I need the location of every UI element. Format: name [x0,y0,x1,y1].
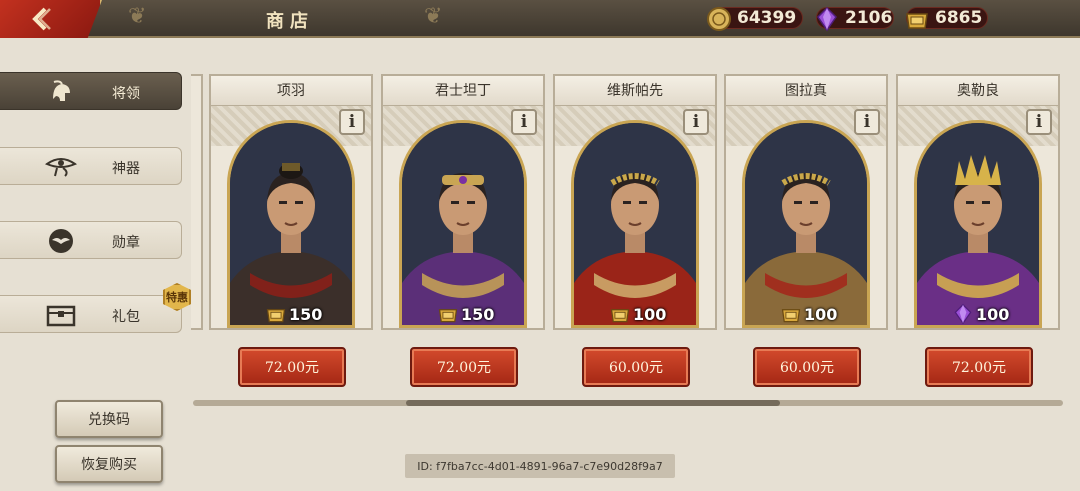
hero-name: 奥勒良 [898,76,1058,106]
reward-amount: 100 [609,301,666,327]
currency-gold-ingot: 6865 [906,7,988,29]
sidebar-item-medals[interactable]: 勋章 [0,221,182,259]
helmet-icon [45,79,77,105]
scrollbar-thumb[interactable] [406,400,780,406]
hero-card[interactable]: 奥勒良 i 100 [896,74,1060,330]
sidebar-item-artifacts[interactable]: 神器 [0,147,182,185]
purple-gem-icon [954,303,972,325]
hero-card[interactable]: 图拉真 i 100 [724,74,888,330]
hero-name: 维斯帕先 [555,76,715,106]
horizontal-scrollbar[interactable] [193,400,1063,406]
top-bar: ❦ 商店 ❦ 64399 2106 6865 [0,0,1080,38]
info-button[interactable]: i [511,109,537,135]
hero-portrait [917,123,1039,325]
hero-portrait-frame [227,120,355,328]
sidebar-item-generals[interactable]: 将领 [0,72,182,110]
chest-icon [45,302,77,328]
hero-name: 项羽 [211,76,371,106]
gold-ingot-icon [781,309,801,323]
hero-portrait [745,123,867,325]
user-id-label: ID: f7fba7cc-4d01-4891-96a7-c7e90d28f9a7 [405,454,675,478]
sidebar-item-packs[interactable]: 礼包 [0,295,182,333]
gold-ingot-icon [266,309,286,323]
eye-of-horus-icon [45,154,77,180]
reward-amount: 150 [265,301,322,327]
reward-value: 100 [976,304,1010,324]
gold-coin-icon [705,5,733,33]
back-button[interactable] [0,0,102,38]
hero-portrait [402,123,524,325]
hero-portrait-frame [742,120,870,328]
price-button[interactable]: 72.00元 [410,347,518,387]
gold-ingot-icon [610,309,630,323]
hero-portrait [230,123,352,325]
hero-name: 君士坦丁 [383,76,543,106]
reward-value: 150 [289,304,323,324]
hero-portrait-frame [399,120,527,328]
laurel-right-icon: ❦ [424,4,443,29]
hero-name: 图拉真 [726,76,886,106]
card-partial [191,74,203,330]
hero-portrait [574,123,696,325]
reward-value: 100 [633,304,667,324]
hero-card[interactable]: 项羽 i 150 [209,74,373,330]
redeem-code-button[interactable]: 兑换码 [55,400,163,438]
gold-ingot-icon [903,5,931,33]
page-title: 商店 [266,11,314,32]
sidebar-item-label: 礼包 [112,309,140,325]
reward-amount: 100 [952,301,1009,327]
gold-ingot-icon [438,309,458,323]
sidebar-item-label: 勋章 [112,235,140,251]
hero-card[interactable]: 君士坦丁 i 150 [381,74,545,330]
info-button[interactable]: i [854,109,880,135]
reward-value: 100 [804,304,838,324]
price-button[interactable]: 60.00元 [582,347,690,387]
info-button[interactable]: i [683,109,709,135]
reward-amount: 150 [437,301,494,327]
purple-gem-icon [813,5,841,33]
reward-amount: 100 [780,301,837,327]
hero-card[interactable]: 维斯帕先 i 100 [553,74,717,330]
currency-gold-coin: 64399 [707,7,803,31]
currency-purple-gem: 2106 [816,6,894,32]
price-button[interactable]: 72.00元 [925,347,1033,387]
sidebar-item-label: 将领 [112,86,140,102]
back-arrow-icon [32,7,51,31]
reward-value: 150 [461,304,495,324]
sidebar-item-label: 神器 [112,161,140,177]
hero-portrait-frame [571,120,699,328]
info-button[interactable]: i [1026,109,1052,135]
info-button[interactable]: i [339,109,365,135]
restore-purchase-button[interactable]: 恢复购买 [55,445,163,483]
price-button[interactable]: 72.00元 [238,347,346,387]
hero-portrait-frame [914,120,1042,328]
eagle-medal-icon [45,228,77,254]
laurel-left-icon: ❦ [128,4,147,29]
price-button[interactable]: 60.00元 [753,347,861,387]
